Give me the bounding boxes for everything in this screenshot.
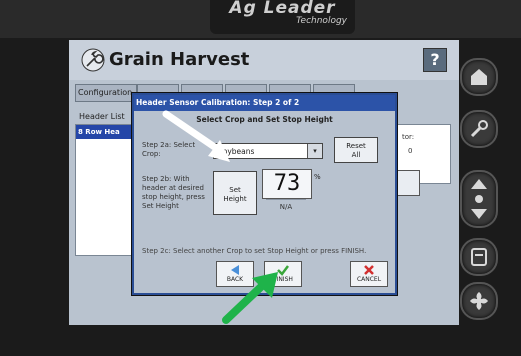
title-bar: Grain Harvest ? — [69, 40, 459, 80]
close-icon — [364, 265, 374, 275]
reset-label-all: All — [351, 151, 361, 159]
wrench-icon — [470, 120, 488, 138]
chevron-down-icon[interactable]: ▾ — [307, 144, 322, 158]
cancel-label: CANCEL — [356, 276, 382, 283]
step2c-label: Step 2c: Select another Crop to set Stop… — [142, 247, 367, 255]
brightness-icon — [471, 179, 487, 219]
fan-icon — [470, 292, 488, 310]
reset-all-button[interactable]: Reset All — [334, 137, 378, 163]
step2b-label: Step 2b: With header at desired stop hei… — [142, 175, 205, 210]
panel-label: tor: — [402, 133, 415, 141]
white-arrow-annotation — [162, 110, 230, 162]
set-height-button[interactable]: Set Height — [213, 171, 257, 215]
help-button[interactable]: ? — [423, 48, 447, 72]
panel-value: 0 — [408, 147, 413, 155]
reset-label: Reset — [346, 142, 366, 150]
set-height-label: Set — [229, 186, 241, 194]
background-button[interactable] — [396, 170, 420, 196]
wrench-app-icon — [81, 48, 105, 72]
brand-name: Ag Leader — [229, 0, 336, 18]
height-readout: 73 — [262, 169, 312, 199]
header-list[interactable]: 8 Row Hea — [75, 124, 136, 256]
set-height-label-2: Height — [223, 195, 247, 203]
height-unit: % — [314, 173, 321, 181]
cancel-button[interactable]: CANCEL — [350, 261, 388, 287]
green-arrow-annotation — [222, 272, 278, 324]
page-button[interactable] — [460, 238, 498, 276]
side-button-strip — [456, 48, 502, 320]
map-button[interactable] — [460, 58, 498, 96]
map-icon — [471, 69, 487, 85]
app-title: Grain Harvest — [109, 49, 250, 70]
tab-configuration[interactable]: Configuration — [75, 84, 137, 102]
fan-button[interactable] — [460, 282, 498, 320]
height-status: N/A — [266, 199, 306, 214]
page-icon — [471, 248, 487, 266]
list-item-selected[interactable]: 8 Row Hea — [76, 125, 136, 139]
setup-button[interactable] — [460, 110, 498, 148]
brightness-button[interactable] — [460, 170, 498, 228]
brand-logo: Ag Leader Technology — [210, 0, 355, 34]
header-list-label: Header List — [79, 112, 125, 121]
